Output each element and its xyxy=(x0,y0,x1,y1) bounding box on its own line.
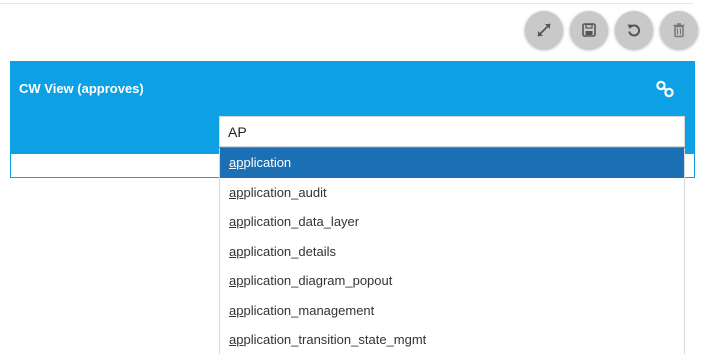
option-label: plication_diagram_popout xyxy=(243,273,393,288)
delete-button[interactable] xyxy=(660,11,698,49)
toolbar xyxy=(525,11,698,49)
trash-icon xyxy=(673,23,685,38)
option-label: plication_details xyxy=(243,243,336,259)
option-match-text: ap xyxy=(229,243,244,259)
option-label: plication xyxy=(243,155,292,170)
dropdown-option[interactable]: application_diagram_popout xyxy=(220,266,684,296)
option-label: plication_management xyxy=(243,302,375,318)
dropdown-option[interactable]: application_details xyxy=(220,237,684,267)
dropdown-option[interactable]: application_audit xyxy=(220,178,684,208)
expand-icon xyxy=(537,23,551,37)
option-match-text: ap xyxy=(229,273,244,288)
dropdown-option[interactable]: application_transition_state_mgmt xyxy=(220,325,684,354)
undo-button[interactable] xyxy=(615,11,653,49)
search-input[interactable] xyxy=(219,116,685,147)
save-button[interactable] xyxy=(570,11,608,49)
option-label: plication_data_layer xyxy=(243,214,360,229)
panel-title: CW View (approves) xyxy=(19,81,144,96)
option-label: plication_audit xyxy=(243,184,327,200)
save-icon xyxy=(582,23,596,37)
option-label: plication_transition_state_mgmt xyxy=(243,332,427,347)
dropdown-option[interactable]: application_data_layer xyxy=(220,207,684,237)
link-icon[interactable] xyxy=(655,79,675,99)
dropdown-option[interactable]: application xyxy=(220,148,684,178)
option-match-text: ap xyxy=(229,155,244,170)
option-match-text: ap xyxy=(229,214,244,229)
autocomplete-dropdown: application application_audit application_… xyxy=(219,148,685,354)
option-match-text: ap xyxy=(229,302,244,318)
option-match-text: ap xyxy=(229,332,244,347)
undo-icon xyxy=(627,24,641,37)
option-match-text: ap xyxy=(229,184,244,200)
expand-button[interactable] xyxy=(525,11,563,49)
dropdown-option[interactable]: application_management xyxy=(220,296,684,326)
top-divider xyxy=(0,3,693,4)
